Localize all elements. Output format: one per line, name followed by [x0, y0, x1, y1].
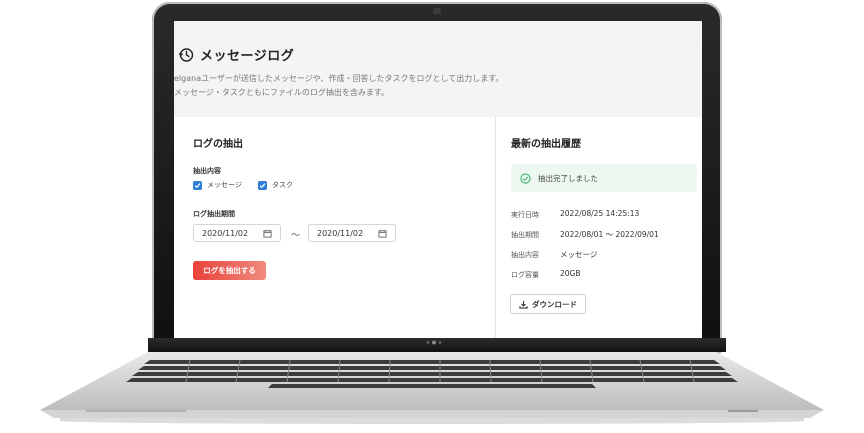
laptop-keyboard-base	[40, 352, 824, 418]
extract-heading: ログの抽出	[193, 139, 243, 150]
date-to-field[interactable]: 2020/11/02	[308, 224, 396, 242]
option-message-label: メッセージ	[207, 181, 242, 189]
content-value: メッセージ	[560, 250, 598, 259]
size-value: 20GB	[560, 269, 581, 278]
date-from-value: 2020/11/02	[202, 228, 249, 238]
calendar-icon[interactable]	[263, 229, 272, 238]
download-button[interactable]: ダウンロード	[510, 294, 586, 314]
date-to-value: 2020/11/02	[317, 228, 364, 238]
hinge-notch	[426, 340, 442, 345]
checkbox-checked-icon[interactable]	[258, 180, 267, 190]
option-task-label: タスク	[272, 181, 293, 189]
laptop-base-shadow	[60, 418, 804, 424]
calendar-icon[interactable]	[378, 229, 387, 238]
extract-log-button[interactable]: ログを抽出する	[193, 261, 266, 280]
content-key: 抽出内容	[511, 251, 539, 259]
webcam	[433, 8, 441, 14]
check-circle-icon	[520, 172, 531, 184]
checkbox-checked-icon[interactable]	[193, 180, 202, 190]
size-key: ログ容量	[511, 271, 539, 279]
status-text: 抽出完了しました	[538, 173, 598, 183]
date-from-field[interactable]: 2020/11/02	[193, 224, 281, 242]
option-task[interactable]: タスク	[258, 180, 293, 190]
period-label: ログ抽出期間	[193, 210, 235, 218]
executed-at-key: 実行日時	[511, 211, 539, 219]
option-message[interactable]: メッセージ	[193, 180, 242, 190]
period-value: 2022/08/01 〜 2022/09/01	[560, 230, 659, 239]
history-heading: 最新の抽出履歴	[511, 139, 581, 150]
period-key: 抽出期間	[511, 231, 539, 239]
screen-content: ログの抽出 抽出内容 メッセージ タスク ログ抽出期間 2020/11/02 〜…	[174, 21, 702, 339]
status-banner: 抽出完了しました	[511, 164, 697, 192]
executed-at-value: 2022/08/25 14:25:13	[560, 209, 640, 218]
date-separator: 〜	[291, 231, 301, 241]
content-label: 抽出内容	[193, 167, 221, 175]
download-label: ダウンロード	[532, 299, 577, 309]
download-icon	[519, 300, 528, 309]
